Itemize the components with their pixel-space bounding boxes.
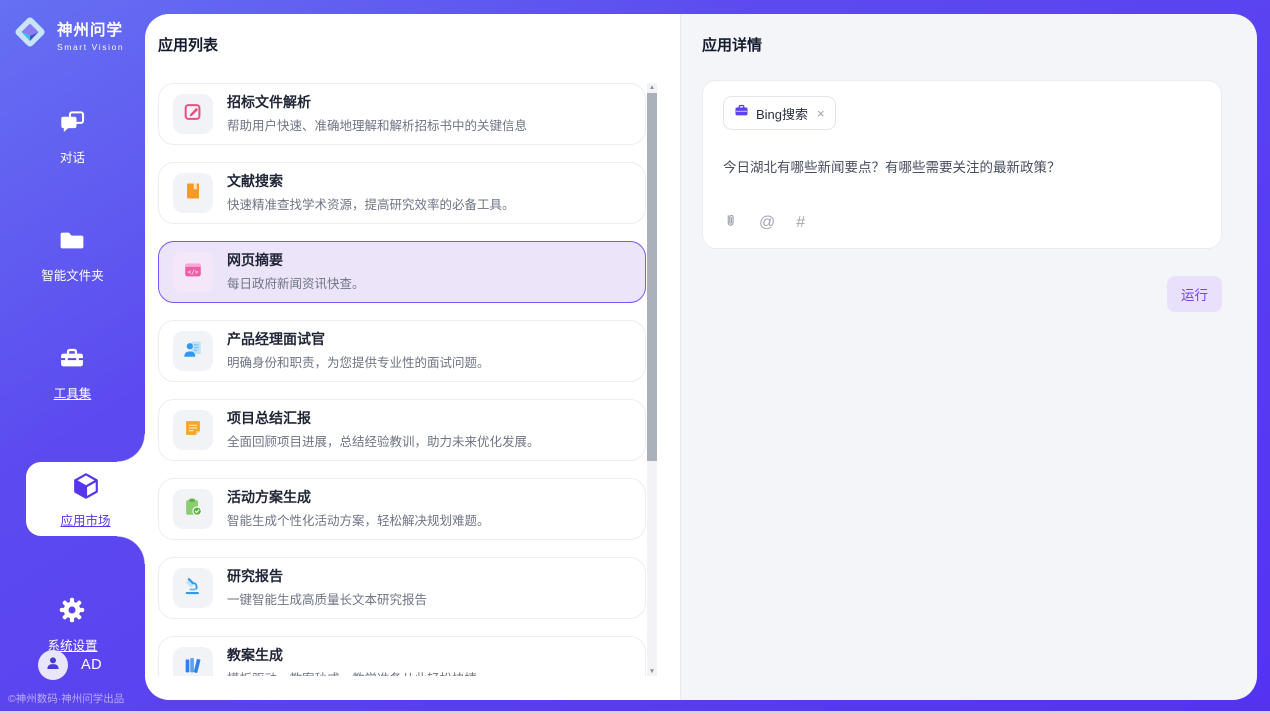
- app-card-lesson-plan[interactable]: 教案生成模板驱动，教案秒成，教学准备从此轻松快捷: [158, 636, 646, 676]
- sidebar-item-label: 工具集: [54, 383, 92, 402]
- app-card-title: 教案生成: [227, 647, 477, 664]
- hashtag-icon[interactable]: #: [796, 215, 805, 231]
- book-icon: [182, 180, 204, 207]
- run-button[interactable]: 运行: [1167, 276, 1222, 312]
- sidebar-item-toolset[interactable]: 工具集: [54, 344, 92, 402]
- app-card-title: 产品经理面试官: [227, 331, 490, 348]
- app-card-description: 明确身份和职责，为您提供专业性的面试问题。: [227, 352, 490, 371]
- prompt-card: Bing搜索 × 今日湖北有哪些新闻要点？有哪些需要关注的最新政策？ @ #: [702, 80, 1222, 249]
- folder-icon: [58, 226, 86, 259]
- app-list-title: 应用列表: [158, 34, 680, 55]
- app-card-tender-doc-analysis[interactable]: 招标文件解析帮助用户快速、准确地理解和解析招标书中的关键信息: [158, 83, 646, 145]
- app-card-title: 项目总结汇报: [227, 410, 540, 427]
- person-icon: [44, 654, 62, 677]
- app-card-description: 一键智能生成高质量长文本研究报告: [227, 589, 427, 608]
- sticky-note-icon: [182, 417, 204, 444]
- brand-logo: 神州问学 Smart Vision: [11, 13, 145, 56]
- sidebar-item-smart-folder[interactable]: 智能文件夹: [41, 226, 104, 284]
- app-card-description: 帮助用户快速、准确地理解和解析招标书中的关键信息: [227, 115, 527, 134]
- gear-icon: [58, 596, 86, 629]
- app-card-description: 每日政府新闻资讯快查。: [227, 273, 365, 292]
- tool-tag-bing-search[interactable]: Bing搜索 ×: [723, 96, 836, 130]
- books-icon: [182, 654, 204, 677]
- app-card-project-summary[interactable]: 项目总结汇报全面回顾项目进展，总结经验教训，助力未来优化发展。: [158, 399, 646, 461]
- attachment-icon[interactable]: [723, 212, 738, 234]
- sidebar-item-system-settings[interactable]: 系统设置: [47, 596, 97, 654]
- brand-name: 神州问学: [57, 18, 124, 40]
- content-area: 应用列表 招标文件解析帮助用户快速、准确地理解和解析招标书中的关键信息文献搜索快…: [145, 14, 1257, 700]
- microscope-icon: [182, 575, 204, 602]
- toolbox-icon: [58, 344, 86, 377]
- app-detail-panel: 应用详情 Bing搜索 × 今日湖北有哪些新闻要点？有哪些需要关注的最新政策？: [681, 14, 1257, 700]
- app-icon-badge: [173, 94, 213, 134]
- chat-icon: [59, 108, 87, 141]
- mention-icon[interactable]: @: [759, 215, 775, 231]
- sidebar-nav: 对话智能文件夹工具集应用市场系统设置: [0, 108, 145, 654]
- brand-tagline: Smart Vision: [57, 42, 124, 52]
- doc-edit-icon: [182, 101, 204, 128]
- user-row[interactable]: AD: [38, 650, 102, 680]
- avatar[interactable]: [38, 650, 68, 680]
- app-icon-badge: [173, 173, 213, 213]
- app-card-pm-interviewer[interactable]: 产品经理面试官明确身份和职责，为您提供专业性的面试问题。: [158, 320, 646, 382]
- briefcase-icon: [734, 103, 749, 123]
- brand-diamond-icon: [11, 13, 49, 56]
- sidebar-item-label: 对话: [60, 147, 85, 166]
- app-card-description: 模板驱动，教案秒成，教学准备从此轻松快捷: [227, 668, 477, 676]
- clipboard-check-icon: [182, 496, 204, 523]
- tag-close-icon[interactable]: ×: [817, 107, 825, 120]
- app-card-title: 活动方案生成: [227, 489, 490, 506]
- app-icon-badge: [173, 331, 213, 371]
- sidebar-item-app-market[interactable]: 应用市场: [26, 462, 145, 536]
- app-card-description: 快速精准查找学术资源，提高研究效率的必备工具。: [227, 194, 515, 213]
- app-card-title: 网页摘要: [227, 252, 365, 269]
- cube-icon: [71, 471, 101, 506]
- browser-icon: </>: [182, 259, 204, 286]
- app-detail-title: 应用详情: [702, 34, 1257, 55]
- scrollbar-thumb[interactable]: [647, 93, 657, 461]
- tool-tag-label: Bing搜索: [756, 104, 808, 123]
- app-icon-badge: </>: [173, 252, 213, 292]
- sidebar: 神州问学 Smart Vision 对话智能文件夹工具集应用市场系统设置 AD …: [0, 0, 145, 714]
- app-card-title: 招标文件解析: [227, 94, 527, 111]
- app-icon-badge: [173, 568, 213, 608]
- person-doc-icon: [182, 338, 204, 365]
- sidebar-item-label: 应用市场: [60, 510, 110, 529]
- app-icon-badge: [173, 489, 213, 529]
- app-card-research-report[interactable]: 研究报告一键智能生成高质量长文本研究报告: [158, 557, 646, 619]
- sidebar-item-chat[interactable]: 对话: [59, 108, 87, 166]
- app-card-title: 研究报告: [227, 568, 427, 585]
- scrollbar[interactable]: [647, 83, 657, 676]
- app-card-event-plan[interactable]: 活动方案生成智能生成个性化活动方案，轻松解决规划难题。: [158, 478, 646, 540]
- app-card-title: 文献搜索: [227, 173, 515, 190]
- svg-text:</>: </>: [188, 268, 199, 275]
- app-icon-badge: [173, 647, 213, 676]
- app-card-list: 招标文件解析帮助用户快速、准确地理解和解析招标书中的关键信息文献搜索快速精准查找…: [158, 83, 646, 676]
- app-card-description: 智能生成个性化活动方案，轻松解决规划难题。: [227, 510, 490, 529]
- composer-toolbar: @ #: [723, 212, 805, 234]
- query-text[interactable]: 今日湖北有哪些新闻要点？有哪些需要关注的最新政策？: [723, 156, 1061, 176]
- user-initials: AD: [81, 657, 102, 673]
- app-card-description: 全面回顾项目进展，总结经验教训，助力未来优化发展。: [227, 431, 540, 450]
- copyright-text: ©神州数码·神州问学出品: [8, 691, 124, 706]
- app-card-literature-search[interactable]: 文献搜索快速精准查找学术资源，提高研究效率的必备工具。: [158, 162, 646, 224]
- app-list-panel: 应用列表 招标文件解析帮助用户快速、准确地理解和解析招标书中的关键信息文献搜索快…: [145, 14, 681, 700]
- app-window: 神州问学 Smart Vision 对话智能文件夹工具集应用市场系统设置 AD …: [0, 0, 1270, 714]
- app-icon-badge: [173, 410, 213, 450]
- app-card-web-summary[interactable]: </> 网页摘要每日政府新闻资讯快查。: [158, 241, 646, 303]
- sidebar-item-label: 智能文件夹: [41, 265, 104, 284]
